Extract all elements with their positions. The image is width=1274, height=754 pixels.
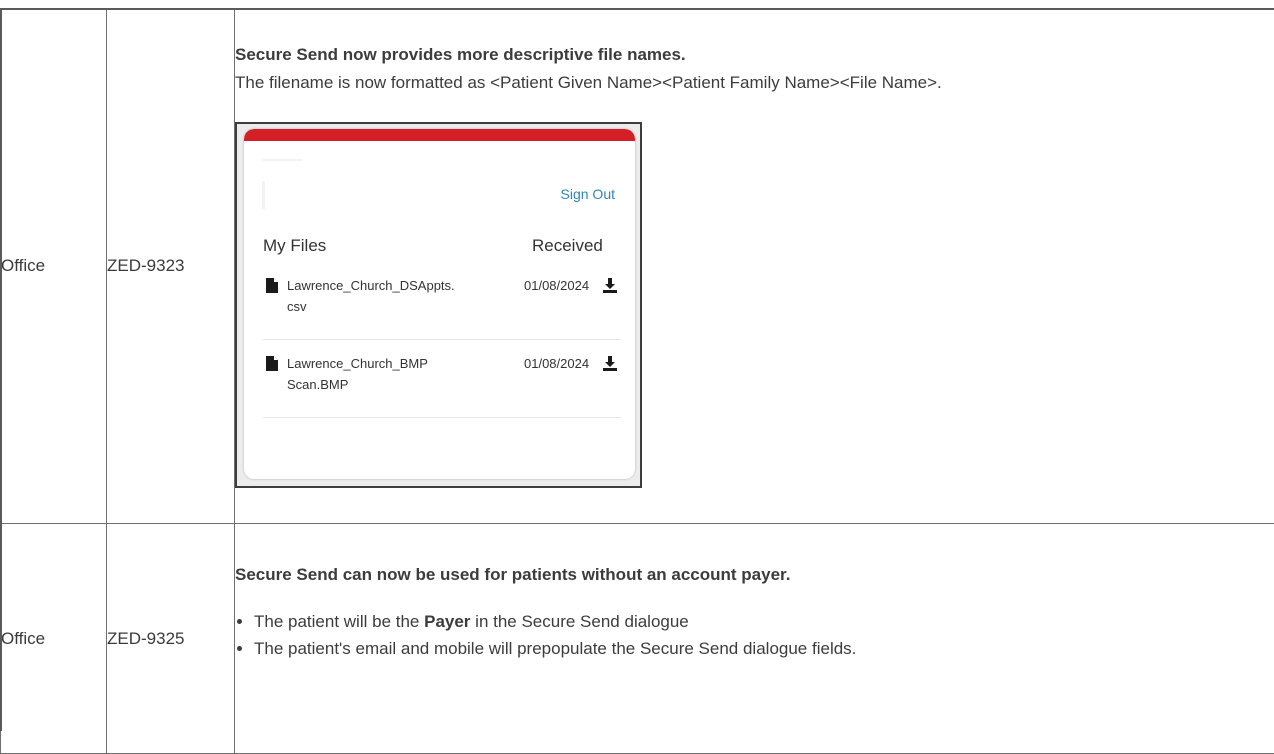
download-icon[interactable] (603, 278, 617, 293)
file-name: Lawrence_Church_BMP Scan.BMP (287, 353, 487, 395)
file-icon (266, 356, 278, 371)
bullet-bold-text: Payer (424, 612, 470, 631)
bullet-item: The patient will be the Payer in the Sec… (254, 611, 1274, 632)
product-cell: Office (1, 524, 107, 754)
header-accent-bar (244, 129, 635, 141)
my-files-card: Sign Out My Files Received Lawrence_Chur… (244, 129, 635, 479)
product-cell: Office (1, 9, 107, 524)
file-date: 01/08/2024 (524, 353, 589, 374)
file-icon (266, 278, 278, 293)
description-cell: Secure Send can now be used for patients… (235, 524, 1274, 754)
received-header: Received (532, 236, 603, 256)
feature-heading: Secure Send can now be used for patients… (235, 565, 1274, 585)
feature-bullet-list: The patient will be the Payer in the Sec… (235, 611, 1274, 659)
feature-heading: Secure Send now provides more descriptiv… (235, 45, 1274, 65)
file-date: 01/08/2024 (524, 275, 589, 296)
issue-id-cell: ZED-9325 (107, 524, 235, 754)
bullet-item: The patient's email and mobile will prep… (254, 638, 1274, 659)
embedded-screenshot: Sign Out My Files Received Lawrence_Chur… (235, 122, 642, 488)
release-notes-table: Office ZED-9323 Secure Send now provides… (0, 8, 1274, 754)
faded-line (262, 159, 302, 161)
description-cell: Secure Send now provides more descriptiv… (235, 9, 1274, 524)
file-name-line: Lawrence_Church_BMP (287, 353, 487, 374)
file-row[interactable]: Lawrence_Church_BMP Scan.BMP 01/08/2024 (263, 353, 621, 418)
faded-line (262, 181, 265, 209)
table-frame-left (0, 8, 2, 731)
feature-description: The filename is now formatted as <Patien… (235, 73, 1274, 93)
my-files-header: My Files (263, 236, 326, 256)
issue-id-cell: ZED-9323 (107, 9, 235, 524)
bullet-text: in the Secure Send dialogue (470, 612, 688, 631)
file-row[interactable]: Lawrence_Church_DSAppts. csv 01/08/2024 (263, 275, 621, 340)
download-icon[interactable] (603, 356, 617, 371)
table-frame-top (0, 8, 1274, 10)
table-row: Office ZED-9323 Secure Send now provides… (1, 9, 1274, 524)
file-name-line: Scan.BMP (287, 374, 487, 395)
table-row: Office ZED-9325 Secure Send can now be u… (1, 524, 1274, 754)
sign-out-link[interactable]: Sign Out (561, 186, 615, 202)
bullet-text: The patient will be the (254, 612, 424, 631)
file-name-line: csv (287, 296, 487, 317)
file-name-line: Lawrence_Church_DSAppts. (287, 275, 487, 296)
file-name: Lawrence_Church_DSAppts. csv (287, 275, 487, 317)
